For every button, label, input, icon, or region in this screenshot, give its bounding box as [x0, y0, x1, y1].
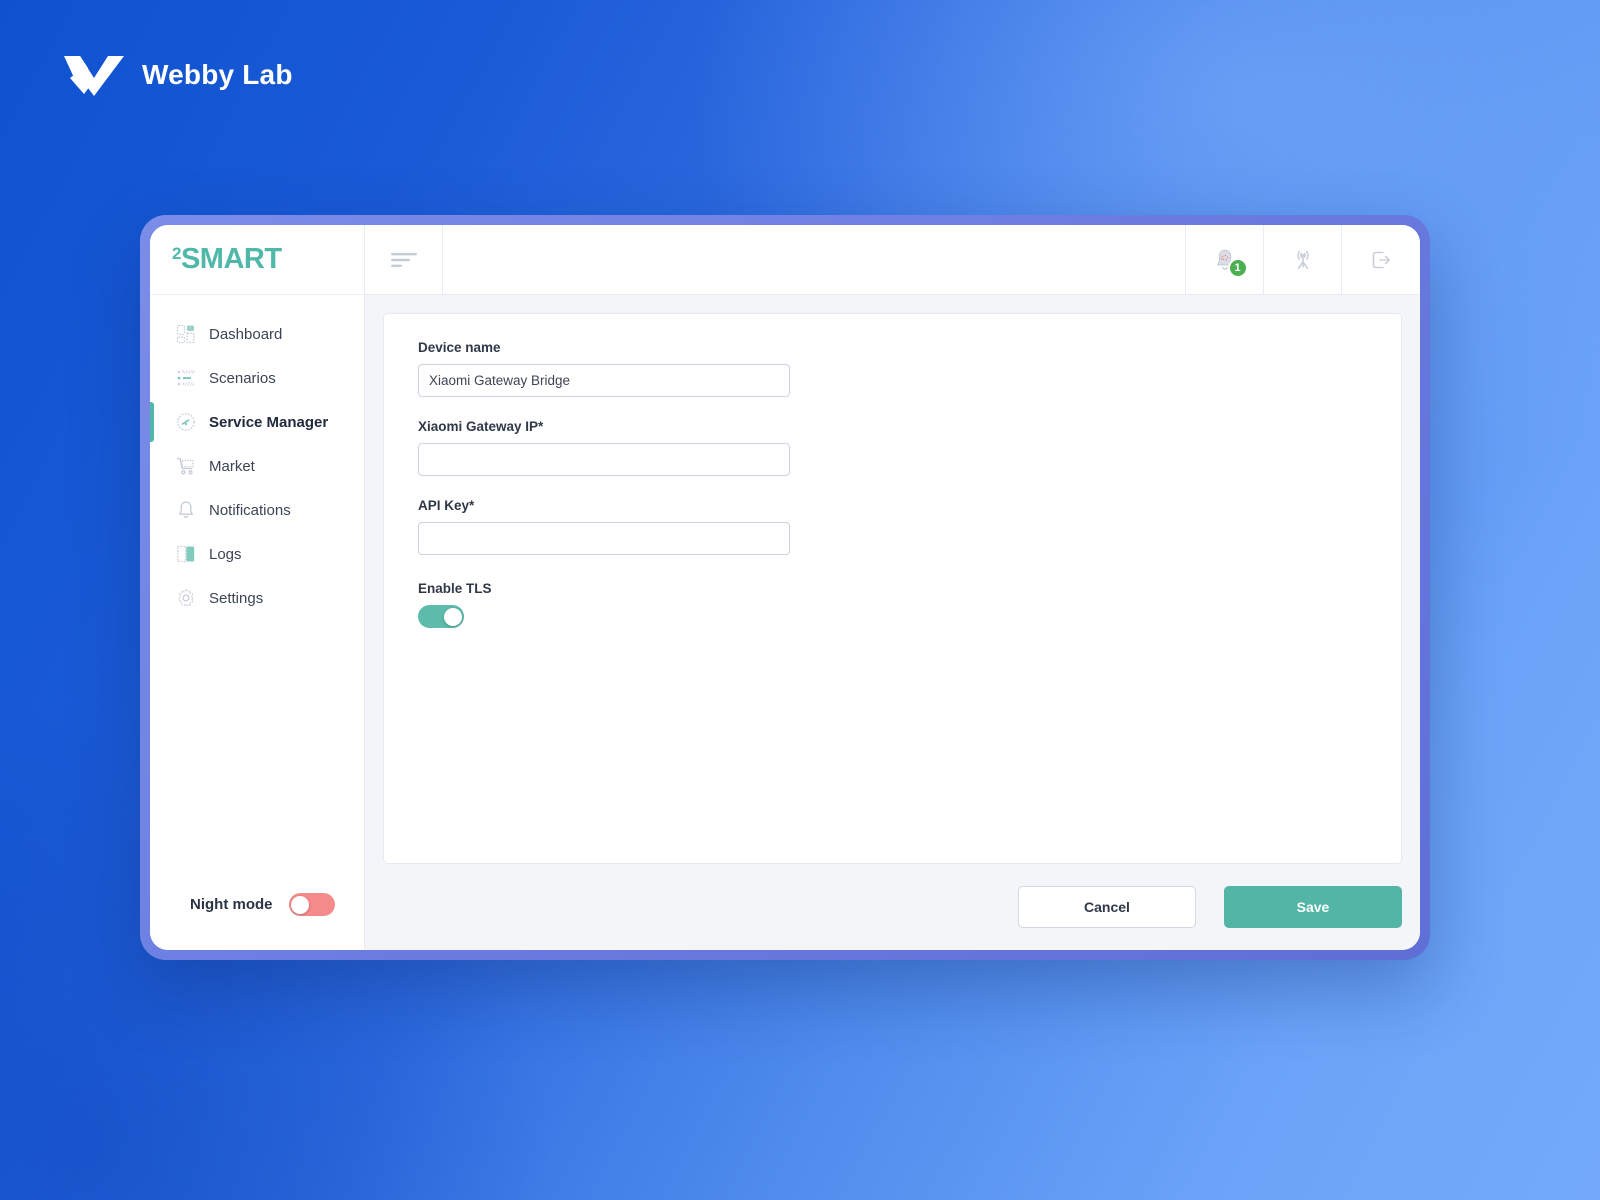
- webbylab-chevron-logo-icon: [64, 56, 124, 96]
- gauge-icon: [177, 413, 195, 431]
- app-logo[interactable]: 2 SMART: [150, 225, 364, 295]
- device-settings-form: Device name Xiaomi Gateway IP* API Key* …: [383, 313, 1402, 864]
- field-label: Device name: [418, 340, 501, 355]
- logout-button[interactable]: [1342, 225, 1420, 294]
- sidebar-item-label: Scenarios: [209, 369, 276, 387]
- night-mode-toggle-knob: [291, 895, 309, 914]
- sidebar-item-dashboard[interactable]: Dashboard: [150, 312, 364, 356]
- api-key-input[interactable]: [418, 522, 790, 555]
- field-label: Enable TLS: [418, 581, 492, 596]
- field-label: Xiaomi Gateway IP*: [418, 419, 544, 434]
- book-icon: [177, 545, 195, 563]
- sidebar-item-label: Settings: [209, 589, 264, 607]
- main-area: 1 Device name Xiaomi Gateway Bridge Xiao…: [365, 225, 1420, 950]
- antenna-tower-icon: [1296, 250, 1309, 269]
- hamburger-menu-icon: [390, 252, 417, 267]
- sidebar-item-service-manager[interactable]: Service Manager: [150, 400, 364, 444]
- sidebar-nav: Dashboard Scenarios Service Manager Mark…: [150, 295, 364, 893]
- content-area: Device name Xiaomi Gateway IP* API Key* …: [365, 295, 1420, 950]
- sidebar-item-scenarios[interactable]: Scenarios: [150, 356, 364, 400]
- sidebar: 2 SMART Dashboard Scenarios Service Mana…: [150, 225, 365, 950]
- gear-icon: [178, 589, 194, 607]
- shopping-cart-icon: [176, 457, 194, 475]
- bell-icon: [179, 501, 193, 518]
- form-actions: Cancel Save: [383, 864, 1402, 950]
- menu-toggle-button[interactable]: [365, 225, 443, 294]
- enable-tls-toggle-knob: [443, 607, 462, 626]
- sidebar-item-market[interactable]: Market: [150, 444, 364, 488]
- broadcast-button[interactable]: [1264, 225, 1342, 294]
- field-device-name: Device name: [418, 340, 1401, 397]
- field-api-key: API Key*: [418, 498, 1401, 555]
- topbar: 1: [365, 225, 1420, 295]
- field-label: API Key*: [418, 498, 475, 513]
- night-mode-row: Night mode: [150, 893, 364, 950]
- enable-tls-toggle[interactable]: [418, 605, 464, 628]
- scenarios-list-icon: [177, 370, 195, 386]
- sidebar-item-label: Service Manager: [209, 413, 329, 431]
- sidebar-item-label: Dashboard: [209, 325, 283, 343]
- app-window: 2 SMART Dashboard Scenarios Service Mana…: [150, 225, 1420, 950]
- dashboard-icon: [176, 324, 195, 344]
- notifications-button[interactable]: 1: [1186, 225, 1264, 294]
- sidebar-item-settings[interactable]: Settings: [150, 576, 364, 620]
- night-mode-toggle[interactable]: [288, 893, 335, 916]
- field-gateway-ip: Xiaomi Gateway IP*: [418, 419, 1401, 476]
- app-logo-text: 2 SMART: [172, 243, 282, 276]
- webbylab-brand: Webby Lab: [62, 52, 293, 98]
- save-button[interactable]: Save: [1224, 886, 1402, 928]
- sidebar-item-logs[interactable]: Logs: [150, 532, 364, 576]
- app-logo-superscript: 2: [172, 244, 181, 263]
- webbylab-brand-text: Webby Lab: [142, 59, 293, 90]
- gateway-ip-input[interactable]: [418, 443, 790, 476]
- app-window-frame: 2 SMART Dashboard Scenarios Service Mana…: [140, 215, 1430, 960]
- app-logo-word: SMART: [180, 243, 282, 275]
- sidebar-item-notifications[interactable]: Notifications: [150, 488, 364, 532]
- sidebar-item-label: Notifications: [209, 501, 291, 519]
- sidebar-item-label: Market: [209, 457, 255, 475]
- cancel-button[interactable]: Cancel: [1018, 886, 1196, 928]
- logout-icon: [1372, 251, 1390, 268]
- sidebar-item-label: Logs: [209, 545, 242, 563]
- device-name-input[interactable]: [418, 364, 790, 397]
- notifications-badge: 1: [1227, 257, 1248, 278]
- topbar-spacer: [443, 225, 1186, 294]
- field-enable-tls: Enable TLS: [418, 581, 1401, 628]
- night-mode-label: Night mode: [190, 896, 273, 913]
